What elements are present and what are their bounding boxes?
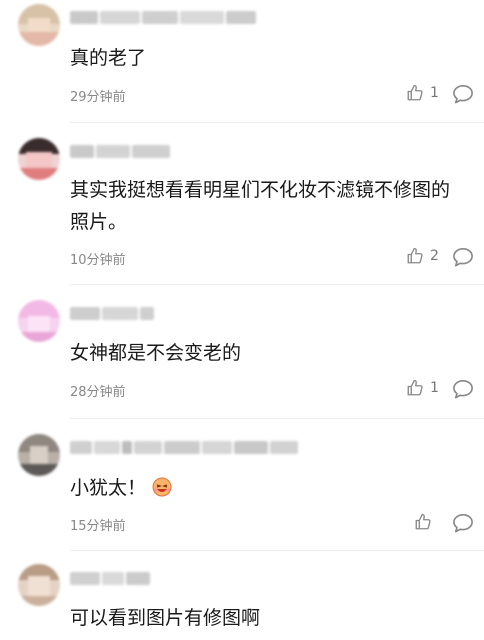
like-button[interactable]: 1 [406, 84, 439, 102]
divider [70, 122, 484, 123]
avatar[interactable] [18, 434, 60, 476]
reply-bubble-icon[interactable] [452, 513, 474, 533]
avatar[interactable] [18, 138, 60, 180]
like-button[interactable]: 1 [406, 379, 439, 397]
divider [70, 550, 484, 551]
username-blurred[interactable] [70, 570, 150, 586]
comment-text: 小犹太！ [70, 472, 470, 504]
like-count: 1 [430, 380, 439, 396]
username-blurred[interactable] [70, 305, 154, 321]
comment-time: 15分钟前 [70, 519, 126, 534]
avatar[interactable] [18, 564, 60, 606]
thumbs-up-icon [407, 84, 423, 101]
divider [70, 284, 484, 285]
thumbs-up-icon [407, 247, 423, 264]
reply-bubble-icon[interactable] [452, 84, 474, 104]
thumbs-up-icon [407, 379, 423, 396]
comment-text-content: 小犹太！ [70, 477, 147, 499]
username-blurred[interactable] [70, 143, 170, 159]
like-button[interactable] [414, 513, 438, 531]
like-count: 2 [430, 248, 439, 264]
avatar[interactable] [18, 300, 60, 342]
reply-bubble-icon[interactable] [452, 247, 474, 267]
comment-text: 其实我挺想看看明星们不化妆不滤镜不修图的照片。 [70, 179, 451, 233]
comment-time: 28分钟前 [70, 385, 126, 400]
reply-bubble-icon[interactable] [452, 379, 474, 399]
comment-text: 可以看到图片有修图啊 [70, 607, 261, 629]
username-blurred[interactable] [70, 439, 298, 455]
comment-text: 女神都是不会变老的 [70, 342, 242, 364]
comment-time: 10分钟前 [70, 253, 126, 268]
username-blurred[interactable] [70, 9, 256, 25]
thumbs-up-icon [415, 513, 431, 530]
comment-text: 真的老了 [70, 47, 147, 69]
comment-time: 29分钟前 [70, 90, 126, 105]
like-count: 1 [430, 85, 439, 101]
avatar[interactable] [18, 4, 60, 46]
divider [70, 418, 484, 419]
laughing-emoji-icon [152, 477, 172, 497]
like-button[interactable]: 2 [406, 247, 439, 265]
